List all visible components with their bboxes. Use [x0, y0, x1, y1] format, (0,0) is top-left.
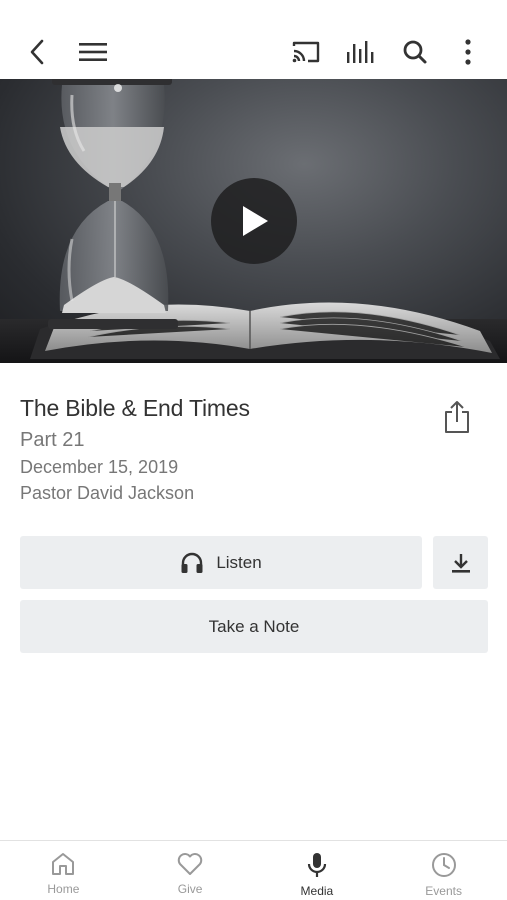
bottom-tab-bar: Home Give Media Events — [0, 840, 507, 900]
share-icon — [445, 401, 469, 433]
share-button[interactable] — [436, 396, 478, 438]
more-vertical-icon — [465, 39, 471, 65]
listen-button[interactable]: Listen — [20, 536, 422, 589]
tab-give-label: Give — [177, 882, 203, 896]
tab-home[interactable]: Home — [0, 841, 127, 900]
menu-icon — [79, 43, 107, 61]
tab-home-label: Home — [47, 882, 80, 896]
top-bar — [0, 0, 507, 79]
clock-icon — [431, 853, 456, 877]
cast-icon — [292, 41, 320, 63]
listen-label: Listen — [216, 552, 262, 572]
download-icon — [451, 553, 470, 573]
search-button[interactable] — [395, 32, 435, 72]
heart-icon — [177, 853, 203, 875]
sermon-title: The Bible & End Times — [20, 395, 250, 421]
play-icon — [243, 206, 268, 236]
equalizer-icon — [347, 41, 374, 63]
sermon-speaker: Pastor David Jackson — [20, 483, 195, 503]
headphones-icon — [181, 552, 203, 573]
sermon-part: Part 21 — [20, 429, 85, 451]
more-options-button[interactable] — [448, 32, 488, 72]
tab-events-label: Events — [425, 884, 462, 898]
back-button[interactable] — [18, 32, 58, 72]
download-button[interactable] — [433, 536, 488, 589]
microphone-icon — [307, 853, 326, 877]
cast-button[interactable] — [286, 32, 326, 72]
tab-media[interactable]: Media — [254, 841, 381, 900]
home-icon — [52, 853, 75, 875]
play-button[interactable] — [211, 178, 297, 264]
sermon-date: December 15, 2019 — [20, 457, 179, 477]
audio-equalizer-button[interactable] — [341, 32, 381, 72]
back-icon — [30, 39, 44, 65]
sermon-info: The Bible & End Times Part 21 December 1… — [20, 392, 440, 506]
tab-events[interactable]: Events — [380, 841, 507, 900]
tab-media-label: Media — [300, 884, 334, 898]
tab-give[interactable]: Give — [127, 841, 254, 900]
sermon-artwork — [0, 79, 507, 363]
menu-button[interactable] — [73, 32, 113, 72]
search-icon — [403, 40, 427, 64]
take-a-note-button[interactable]: Take a Note — [20, 600, 488, 653]
